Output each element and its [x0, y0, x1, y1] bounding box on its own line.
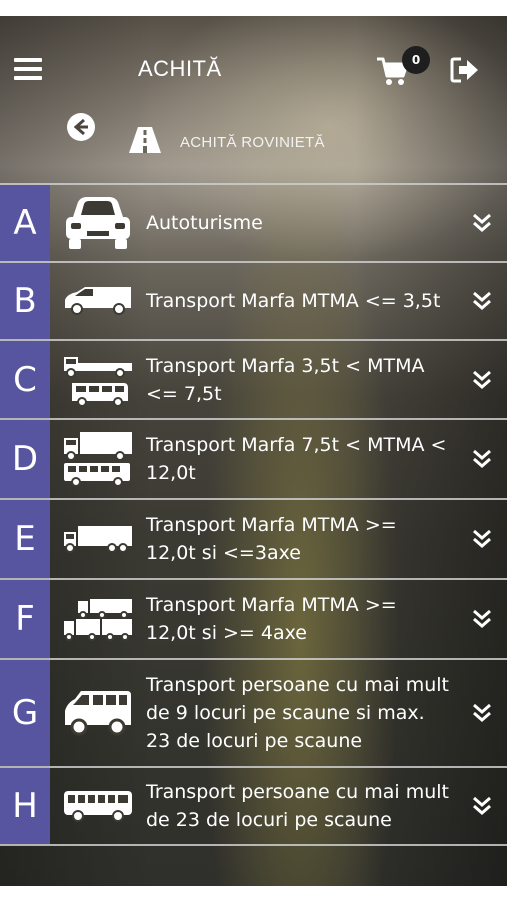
page-title: ACHITĂ	[138, 56, 222, 81]
category-row-d[interactable]: D Transport Marfa 7,5t < MTMA < 12,0t	[0, 418, 507, 498]
road-icon	[128, 126, 162, 154]
category-letter: A	[0, 185, 50, 261]
chevron-down-icon[interactable]	[457, 528, 507, 550]
category-row-a[interactable]: A Autoturisme	[0, 183, 507, 261]
app-screen: ACHITĂ 0 ACHITĂ ROVINIETĂ A Autoturisme …	[0, 16, 507, 886]
category-letter: B	[0, 263, 50, 339]
category-letter: F	[0, 580, 50, 658]
category-label: Transport Marfa MTMA >= 12,0t si <=3axe	[146, 514, 397, 564]
category-label: Autoturisme	[146, 212, 263, 234]
lorry-icon	[50, 524, 146, 554]
category-label: Transport persoane cu mai mult de 23 de …	[146, 781, 449, 831]
van-icon	[50, 286, 146, 316]
category-label: Transport Marfa 7,5t < MTMA < 12,0t	[146, 434, 447, 484]
chevron-down-icon[interactable]	[457, 369, 507, 391]
truck-minibus-icon	[50, 353, 146, 407]
category-row-b[interactable]: B Transport Marfa MTMA <= 3,5t	[0, 261, 507, 339]
chevron-down-icon[interactable]	[457, 608, 507, 630]
category-label: Transport persoane cu mai mult de 9 locu…	[146, 674, 449, 752]
category-letter: D	[0, 420, 50, 498]
category-row-f[interactable]: F Transport Marfa MTMA >= 12,0t si >= 4a…	[0, 578, 507, 658]
trailer-truck-icon	[50, 597, 146, 641]
truck-bus-icon	[50, 430, 146, 488]
category-label: Transport Marfa 3,5t < MTMA <= 7,5t	[146, 354, 425, 405]
vehicle-category-list: A Autoturisme B Transport Marfa MTMA <= …	[0, 183, 507, 846]
bus-icon	[50, 789, 146, 823]
category-label: Transport Marfa MTMA >= 12,0t si >= 4axe	[146, 594, 397, 644]
category-label: Transport Marfa MTMA <= 3,5t	[146, 290, 441, 312]
cart-count-badge: 0	[402, 46, 430, 74]
category-letter: H	[0, 768, 50, 844]
category-letter: G	[0, 660, 50, 766]
menu-icon[interactable]	[14, 58, 42, 80]
category-letter: E	[0, 500, 50, 578]
category-row-g[interactable]: G Transport persoane cu mai mult de 9 lo…	[0, 658, 507, 766]
chevron-down-icon[interactable]	[457, 702, 507, 724]
chevron-down-icon[interactable]	[457, 448, 507, 470]
car-icon	[50, 195, 146, 251]
category-row-h[interactable]: H Transport persoane cu mai mult de 23 d…	[0, 766, 507, 846]
chevron-down-icon[interactable]	[457, 212, 507, 234]
chevron-down-icon[interactable]	[457, 290, 507, 312]
category-row-e[interactable]: E Transport Marfa MTMA >= 12,0t si <=3ax…	[0, 498, 507, 578]
category-row-c[interactable]: C Transport Marfa 3,5t < MTMA <= 7,5t	[0, 339, 507, 418]
logout-icon[interactable]	[450, 56, 480, 84]
category-letter: C	[0, 341, 50, 418]
breadcrumb: ACHITĂ ROVINIETĂ	[180, 134, 325, 151]
back-arrow-icon[interactable]	[66, 112, 96, 142]
chevron-down-icon[interactable]	[457, 795, 507, 817]
minibus-icon	[50, 689, 146, 737]
